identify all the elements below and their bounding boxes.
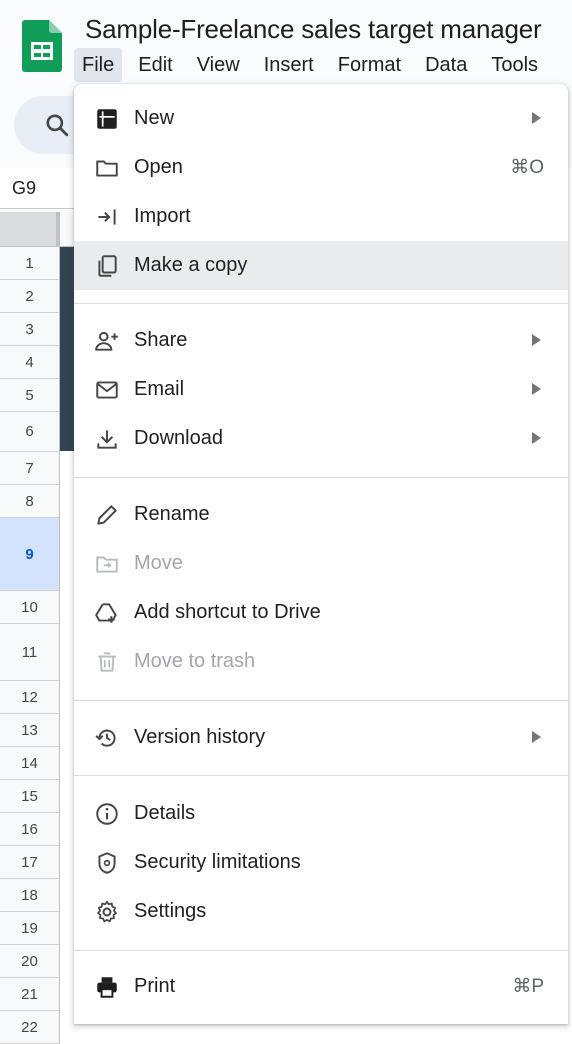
menu-item-label: Move (134, 552, 183, 574)
row-header[interactable]: 5 (0, 379, 60, 412)
gear-icon (94, 899, 120, 925)
row-header[interactable]: 9 (0, 518, 60, 591)
menu-item-label: Move to trash (134, 650, 256, 672)
trash-icon (94, 649, 120, 675)
menu-item-label: Print (134, 975, 176, 997)
shield-icon (94, 850, 120, 876)
keyboard-shortcut: ⌘P (512, 976, 544, 997)
menu-item-version-history[interactable]: Version history (74, 713, 568, 762)
menu-item-label: Rename (134, 503, 210, 525)
row-header[interactable]: 1 (0, 247, 60, 280)
share-person-icon (94, 328, 120, 354)
document-title[interactable]: Sample-Freelance sales target manager (85, 12, 542, 46)
menu-item-move-to-trash: Move to trash (74, 637, 568, 686)
row-header[interactable]: 16 (0, 813, 60, 846)
row-header[interactable]: 11 (0, 624, 60, 681)
row-header[interactable]: 4 (0, 346, 60, 379)
file-menu: New Open ⌘O Import Make a copy Share Email Down… (74, 84, 568, 1024)
menu-tools[interactable]: Tools (483, 48, 546, 82)
menu-edit[interactable]: Edit (130, 48, 180, 82)
row-header[interactable]: 14 (0, 747, 60, 780)
menu-item-import[interactable]: Import (74, 192, 568, 241)
pencil-icon (94, 502, 120, 528)
name-box[interactable]: G9 (0, 168, 60, 208)
menu-item-open[interactable]: Open ⌘O (74, 143, 568, 192)
menu-item-label: New (134, 107, 175, 129)
menu-item-label: Details (134, 802, 196, 824)
menu-separator (74, 303, 568, 304)
menu-item-details[interactable]: Details (74, 789, 568, 838)
printer-icon (94, 974, 120, 1000)
menu-item-print[interactable]: Print ⌘P (74, 962, 568, 1011)
menu-item-settings[interactable]: Settings (74, 887, 568, 936)
menu-item-share[interactable]: Share (74, 316, 568, 365)
row-header[interactable]: 10 (0, 591, 60, 624)
menu-format[interactable]: Format (330, 48, 409, 82)
submenu-arrow-icon (530, 382, 542, 396)
row-header[interactable]: 13 (0, 714, 60, 747)
row-header[interactable]: 18 (0, 879, 60, 912)
keyboard-shortcut: ⌘O (510, 157, 544, 178)
menu-separator (74, 477, 568, 478)
submenu-arrow-icon (530, 431, 542, 445)
menu-data[interactable]: Data (417, 48, 475, 82)
menu-item-label: Security limitations (134, 851, 301, 873)
menu-item-download[interactable]: Download (74, 414, 568, 463)
menubar: File Edit View Insert Format Data Tools (74, 48, 554, 82)
row-header[interactable]: 2 (0, 280, 60, 313)
info-icon (94, 801, 120, 827)
menu-separator (74, 775, 568, 776)
row-header[interactable]: 22 (0, 1011, 60, 1044)
folder-icon (94, 155, 120, 181)
email-icon (94, 377, 120, 403)
menu-separator (74, 950, 568, 951)
menu-separator (74, 700, 568, 701)
row-header[interactable]: 19 (0, 912, 60, 945)
menu-item-make-a-copy[interactable]: Make a copy (74, 241, 568, 290)
menu-item-label: Add shortcut to Drive (134, 601, 321, 623)
menu-item-label: Settings (134, 900, 207, 922)
menu-item-label: Open (134, 156, 183, 178)
row-header[interactable]: 7 (0, 452, 60, 485)
row-header[interactable]: 3 (0, 313, 60, 346)
menu-item-email[interactable]: Email (74, 365, 568, 414)
new-sheet-icon (94, 106, 120, 132)
select-all-corner[interactable] (0, 212, 60, 246)
import-icon (94, 204, 120, 230)
row-header[interactable]: 20 (0, 945, 60, 978)
menu-item-label: Version history (134, 726, 266, 748)
drive-shortcut-icon (94, 600, 120, 626)
menu-item-add-shortcut-to-drive[interactable]: Add shortcut to Drive (74, 588, 568, 637)
copy-icon (94, 253, 120, 279)
menu-item-label: Email (134, 378, 185, 400)
menu-item-label: Import (134, 205, 191, 227)
menu-item-move: Move (74, 539, 568, 588)
row-header[interactable]: 12 (0, 681, 60, 714)
row-header[interactable]: 8 (0, 485, 60, 518)
menu-item-label: Download (134, 427, 223, 449)
download-icon (94, 426, 120, 452)
submenu-arrow-icon (530, 111, 542, 125)
history-icon (94, 725, 120, 751)
move-folder-icon (94, 551, 120, 577)
submenu-arrow-icon (530, 730, 542, 744)
menu-item-label: Make a copy (134, 254, 248, 276)
menu-view[interactable]: View (189, 48, 248, 82)
menu-item-rename[interactable]: Rename (74, 490, 568, 539)
menu-file[interactable]: File (74, 48, 123, 82)
row-header[interactable]: 15 (0, 780, 60, 813)
menu-item-new[interactable]: New (74, 94, 568, 143)
submenu-arrow-icon (530, 333, 542, 347)
row-header[interactable]: 6 (0, 412, 60, 452)
menu-insert[interactable]: Insert (256, 48, 322, 82)
menu-item-label: Share (134, 329, 188, 351)
row-header[interactable]: 21 (0, 978, 60, 1011)
google-sheets-logo[interactable] (22, 20, 62, 72)
row-header[interactable]: 17 (0, 846, 60, 879)
menu-item-security-limitations[interactable]: Security limitations (74, 838, 568, 887)
search-icon[interactable] (44, 112, 70, 138)
